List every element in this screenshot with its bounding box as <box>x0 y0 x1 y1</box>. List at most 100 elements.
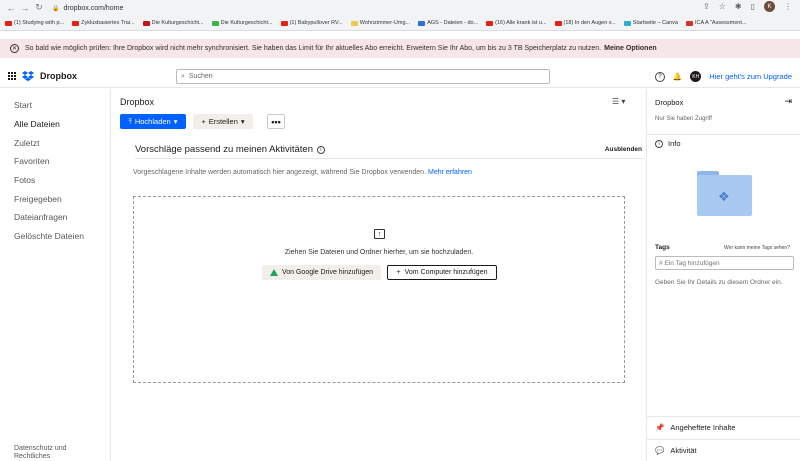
bookmark-label: Die Kulturgeschicht... <box>151 20 204 26</box>
upload-icon: ↑ <box>374 229 385 239</box>
tags-label: Tags <box>655 244 670 251</box>
reload-icon[interactable]: ↻ <box>32 2 46 13</box>
close-circle-icon[interactable]: ✕ <box>10 44 19 53</box>
favicon-icon <box>5 20 12 26</box>
suggestions-desc-text: Vorgeschlagene Inhalte werden automatisc… <box>133 169 427 176</box>
tag-input[interactable] <box>655 256 794 270</box>
create-label: Erstellen <box>208 117 238 126</box>
bookmark-item[interactable]: Zyklusbasiertes Trai... <box>70 20 137 26</box>
google-drive-button[interactable]: Von Google Drive hinzufügen <box>262 265 381 280</box>
url-field[interactable]: 🔒 dropbox.com/home <box>52 2 702 14</box>
bookmark-item[interactable]: ICA A "Assessment... <box>684 20 748 26</box>
activity-section[interactable]: 💬 Aktivität <box>647 439 800 461</box>
bookmark-label: Zyklusbasiertes Trai... <box>81 20 135 26</box>
bookmark-item[interactable]: Die Kulturgeschicht... <box>141 20 206 26</box>
bookmark-label: (1) Studying with p... <box>14 20 65 26</box>
sidebar-item-all-files[interactable]: Alle Dateien <box>14 119 60 129</box>
bookmark-label: AGS - Dateien - do... <box>427 20 479 26</box>
google-drive-icon <box>269 269 278 276</box>
forward-icon[interactable]: → <box>18 3 32 13</box>
bookmark-item[interactable]: (16) Alle krank ist u... <box>484 20 548 26</box>
sync-warning-banner: ✕ So bald wie möglich prüfen: Ihre Dropb… <box>0 39 800 58</box>
menu-icon[interactable]: ⋮ <box>784 2 792 11</box>
info-section-header[interactable]: i Info <box>647 134 800 152</box>
privacy-link[interactable]: Datenschutz und Rechtliches <box>14 445 94 461</box>
learn-more-link[interactable]: Mehr erfahren <box>428 169 472 176</box>
sidebar-item-start[interactable]: Start <box>14 100 32 110</box>
details-prompt: Geben Sie Ihr Details zu diesem Ordner e… <box>655 279 783 286</box>
sidebar-item-photos[interactable]: Fotos <box>14 175 35 185</box>
bookmark-label: Startseite – Canva <box>632 20 678 26</box>
bookmarks-bar: (1) Studying with p... Zyklusbasiertes Tr… <box>0 16 800 30</box>
tags-visibility-link[interactable]: Wer kann meine Tags sehen? <box>724 245 790 251</box>
upload-dropzone[interactable]: ↑ Ziehen Sie Dateien und Ordner hierher,… <box>133 196 625 383</box>
plus-icon: + <box>396 269 401 276</box>
bookmark-label: (1) Babypullover RV... <box>289 20 343 26</box>
favicon-icon <box>685 20 693 26</box>
lock-icon: 🔒 <box>52 5 60 12</box>
back-icon[interactable]: ← <box>4 3 18 13</box>
access-text: Nur Sie haben Zugriff <box>655 116 712 122</box>
sidebar-item-deleted[interactable]: Gelöschte Dateien <box>14 231 84 241</box>
star-icon[interactable]: ☆ <box>719 2 726 11</box>
dropbox-box-icon <box>22 71 34 81</box>
help-icon[interactable]: ? <box>654 71 665 82</box>
header-actions: ? 🔔 KH Hier geht's zum Upgrade <box>654 71 792 82</box>
create-button[interactable]: + Erstellen ▾ <box>193 114 253 129</box>
more-button[interactable]: ••• <box>267 114 285 129</box>
bookmark-item[interactable]: (18) In den Augen v... <box>553 20 618 26</box>
bookmark-label: Die Kulturgeschicht... <box>220 20 273 26</box>
app-grid-icon[interactable] <box>8 72 16 80</box>
browser-toolbar-icons: ⇪ ☆ ✱ ▯ K ⋮ <box>703 1 792 12</box>
bell-icon[interactable]: 🔔 <box>673 72 682 81</box>
suggestions-title: Vorschläge passend zu meinen Aktivitäten… <box>135 144 325 155</box>
collapse-panel-icon[interactable]: ⇥ <box>784 96 792 107</box>
upload-icon: ⤒ <box>128 116 132 126</box>
profile-avatar[interactable]: K <box>764 1 775 12</box>
activity-label: Aktivität <box>670 446 697 455</box>
url-text: dropbox.com/home <box>63 4 124 12</box>
sidebar-item-shared[interactable]: Freigegeben <box>14 194 62 204</box>
chevron-down-icon: ▾ <box>240 117 245 126</box>
info-icon: i <box>655 139 663 148</box>
info-label: Info <box>668 139 681 148</box>
dropbox-logo[interactable]: Dropbox <box>8 71 77 81</box>
favicon-icon <box>142 20 150 26</box>
bookmark-label: (18) In den Augen v... <box>563 20 616 26</box>
extensions-icon[interactable]: ✱ <box>735 2 742 11</box>
sidepanel-icon[interactable]: ▯ <box>751 2 755 11</box>
bookmark-item[interactable]: Wohnzimmer-Umg... <box>349 20 412 26</box>
bookmark-item[interactable]: Startseite – Canva <box>622 20 680 26</box>
dropzone-text: Ziehen Sie Dateien und Ordner hierher, u… <box>284 249 474 256</box>
bookmark-label: ICA A "Assessment... <box>694 20 747 26</box>
bookmark-item[interactable]: (1) Studying with p... <box>3 20 66 26</box>
suggestions-title-text: Vorschläge passend zu meinen Aktivitäten <box>135 144 313 155</box>
upload-button[interactable]: ⤒ Hochladen ▾ <box>120 114 186 129</box>
favicon-icon <box>72 20 80 26</box>
suggestions-header: Vorschläge passend zu meinen Aktivitäten… <box>135 142 645 159</box>
sidebar-item-file-requests[interactable]: Dateianfragen <box>14 212 67 222</box>
hide-suggestions-link[interactable]: Ausblenden <box>605 146 642 153</box>
bookmark-item[interactable]: (1) Babypullover RV... <box>279 20 345 26</box>
options-link[interactable]: Meine Optionen <box>604 45 657 52</box>
pinned-section[interactable]: 📌 Angeheftete Inhalte <box>647 416 800 438</box>
folder-icon: ❖ <box>697 171 752 216</box>
info-icon[interactable]: i <box>316 145 325 154</box>
favicon-icon <box>623 20 631 26</box>
bookmark-item[interactable]: Die Kulturgeschicht... <box>210 20 275 26</box>
app-header: Dropbox ⌕ Suchen ? 🔔 KH Hier geht's zum … <box>0 66 800 88</box>
favicon-icon <box>486 20 494 26</box>
view-options-icon[interactable]: ☰ ▾ <box>612 97 625 106</box>
banner-text: So bald wie möglich prüfen: Ihre Dropbox… <box>25 45 657 52</box>
suggestions-description: Vorgeschlagene Inhalte werden automatisc… <box>133 169 472 176</box>
browser-chrome: ← → ↻ 🔒 dropbox.com/home ⇪ ☆ ✱ ▯ K ⋮ (1)… <box>0 0 800 31</box>
sidebar-item-favorites[interactable]: Favoriten <box>14 156 49 166</box>
bookmark-item[interactable]: AGS - Dateien - do... <box>416 20 480 26</box>
upgrade-link[interactable]: Hier geht's zum Upgrade <box>709 72 792 81</box>
computer-upload-button[interactable]: + Vom Computer hinzufügen <box>387 265 497 280</box>
search-input[interactable]: ⌕ Suchen <box>176 69 550 84</box>
sidebar-item-recent[interactable]: Zuletzt <box>14 138 40 148</box>
share-icon[interactable]: ⇪ <box>703 2 710 11</box>
user-avatar[interactable]: KH <box>690 71 702 82</box>
details-panel: Dropbox ⇥ Nur Sie haben Zugriff i Info ❖… <box>646 89 800 461</box>
